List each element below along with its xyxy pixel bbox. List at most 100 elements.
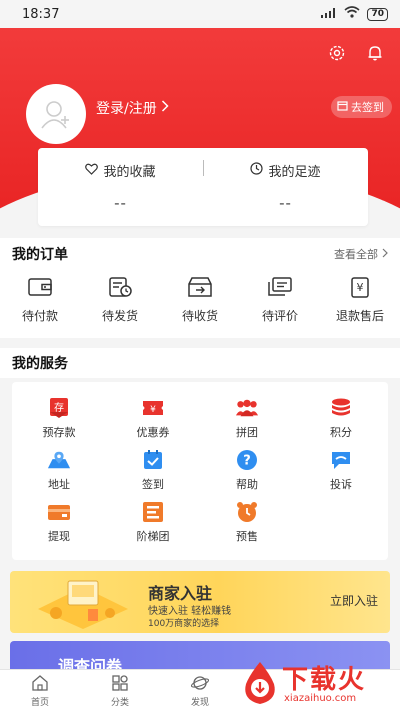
- coupon-icon: ¥: [141, 396, 165, 420]
- service-group-buy[interactable]: 拼团: [200, 396, 294, 440]
- tab-label: 分类: [110, 698, 129, 708]
- service-label: 拼团: [236, 426, 258, 439]
- merchant-subtitle-2: 100万商家的选择: [148, 619, 220, 629]
- login-register-link[interactable]: 登录/注册: [96, 98, 169, 118]
- service-help[interactable]: ? 帮助: [200, 448, 294, 492]
- order-label: 待付款: [21, 309, 58, 323]
- view-all-label: 查看全部: [334, 248, 378, 261]
- order-label: 待收货: [181, 309, 218, 323]
- footprints-label: 我的足迹: [268, 165, 321, 180]
- service-complaint[interactable]: 投诉: [294, 448, 388, 492]
- divider: [203, 160, 204, 176]
- service-label: 签到: [142, 478, 164, 491]
- order-pending-shipment[interactable]: 待发货: [85, 276, 155, 324]
- order-pending-receipt[interactable]: 待收货: [165, 276, 235, 324]
- service-withdraw[interactable]: 提现: [12, 500, 106, 544]
- footprints-value: --: [279, 194, 292, 212]
- services-panel: 存 预存款 ¥ 优惠券 拼团 积分 地址 签到 ? 帮助 投诉 提现 阶梯团 预…: [12, 382, 388, 560]
- home-icon: [31, 675, 49, 694]
- tab-category[interactable]: 分类: [80, 670, 160, 711]
- settings-icon[interactable]: [328, 44, 346, 66]
- service-label: 地址: [48, 478, 70, 491]
- view-all-orders-link[interactable]: 查看全部: [334, 246, 388, 262]
- favorites-stat[interactable]: 我的收藏 --: [38, 148, 203, 226]
- complaint-icon: [329, 448, 353, 472]
- status-bar: 18:37 70: [0, 0, 400, 28]
- merchant-join-banner[interactable]: 商家入驻 快速入驻 轻松赚钱 100万商家的选择 立即入驻: [10, 571, 390, 633]
- heart-icon: [85, 163, 99, 179]
- orders-section: 我的订单 查看全部 待付款 待发货 待收货 待评价 ¥ 退款售后: [0, 238, 400, 338]
- help-icon: ?: [235, 448, 259, 472]
- calendar-icon: [337, 100, 348, 114]
- service-label: 预存款: [42, 426, 76, 439]
- svg-text:存: 存: [54, 401, 64, 414]
- favorites-value: --: [114, 194, 127, 212]
- signin-label: 去签到: [351, 101, 384, 114]
- footprints-stat[interactable]: 我的足迹 --: [203, 148, 368, 226]
- service-label: 阶梯团: [136, 530, 170, 543]
- service-label: 投诉: [330, 478, 352, 491]
- service-presale[interactable]: 预售: [200, 500, 294, 544]
- tab-discover[interactable]: 发现: [160, 670, 240, 711]
- review-icon: [267, 276, 293, 301]
- checkin-icon: [141, 448, 165, 472]
- refund-icon: ¥: [347, 276, 373, 301]
- service-label: 帮助: [236, 478, 258, 491]
- stats-card: 我的收藏 -- 我的足迹 --: [38, 148, 368, 226]
- shipping-pending-icon: [107, 276, 133, 301]
- user-placeholder-icon: [41, 101, 69, 129]
- wifi-icon: [344, 6, 360, 22]
- tab-label: 发现: [190, 698, 209, 708]
- merchant-subtitle: 快速入驻 轻松赚钱: [148, 606, 232, 617]
- avatar[interactable]: [26, 84, 86, 144]
- service-label: 积分: [330, 426, 352, 439]
- orders-title: 我的订单: [12, 247, 68, 263]
- service-points[interactable]: 积分: [294, 396, 388, 440]
- receive-box-icon: [187, 276, 213, 301]
- order-refund-aftersales[interactable]: ¥ 退款售后: [325, 276, 395, 324]
- merchant-title: 商家入驻: [148, 584, 213, 603]
- svg-text:¥: ¥: [150, 405, 156, 415]
- order-pending-payment[interactable]: 待付款: [5, 276, 75, 324]
- flame-logo-icon: [245, 662, 275, 704]
- services-header: 我的服务: [0, 348, 400, 378]
- points-icon: [329, 396, 353, 420]
- group-icon: [235, 396, 259, 420]
- tab-home[interactable]: 首页: [0, 670, 80, 711]
- watermark-text: 下载火: [282, 665, 367, 695]
- service-deposit[interactable]: 存 预存款: [12, 396, 106, 440]
- ladder-group-icon: [141, 500, 165, 524]
- discover-icon: [190, 675, 210, 694]
- login-label: 登录/注册: [96, 101, 157, 117]
- service-ladder-group[interactable]: 阶梯团: [106, 500, 200, 544]
- clock-icon: [250, 162, 264, 179]
- chevron-right-icon: [161, 100, 169, 116]
- withdraw-icon: [47, 500, 71, 524]
- watermark-logo: 下载火 xiazaihuo.com: [234, 656, 394, 711]
- favorites-label: 我的收藏: [103, 165, 156, 180]
- order-label: 待发货: [101, 309, 138, 323]
- tab-label: 首页: [30, 698, 49, 708]
- signal-icon: [321, 7, 337, 22]
- battery-icon: 70: [367, 7, 388, 21]
- svg-text:¥: ¥: [357, 281, 364, 294]
- merchant-join-button[interactable]: 立即入驻: [330, 592, 378, 609]
- notification-bell-icon[interactable]: [366, 44, 384, 66]
- service-coupon[interactable]: ¥ 优惠券: [106, 396, 200, 440]
- order-label: 退款售后: [335, 309, 384, 323]
- service-checkin[interactable]: 签到: [106, 448, 200, 492]
- merchant-illustration-icon: [38, 580, 128, 629]
- services-title: 我的服务: [12, 356, 68, 372]
- service-label: 预售: [236, 530, 258, 543]
- signin-button[interactable]: 去签到: [331, 96, 392, 118]
- order-pending-review[interactable]: 待评价: [245, 276, 315, 324]
- service-address[interactable]: 地址: [12, 448, 106, 492]
- presale-icon: [235, 500, 259, 524]
- wallet-icon: [27, 276, 53, 301]
- svg-text:?: ?: [243, 454, 251, 469]
- service-label: 优惠券: [136, 426, 170, 439]
- category-icon: [111, 675, 129, 694]
- watermark-sub: xiazaihuo.com: [284, 693, 357, 704]
- address-icon: [47, 448, 71, 472]
- chevron-right-icon: [382, 248, 388, 261]
